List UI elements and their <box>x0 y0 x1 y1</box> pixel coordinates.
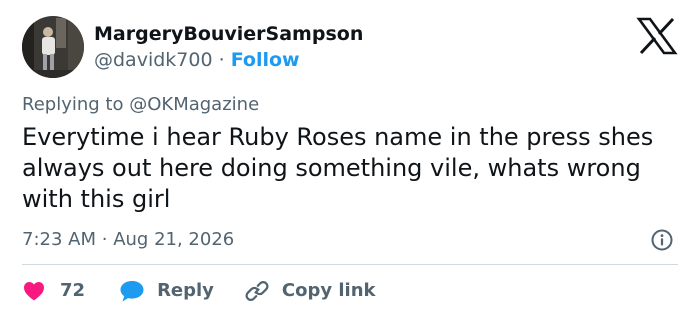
reply-mention-link[interactable]: @OKMagazine <box>129 94 259 115</box>
author-display-name[interactable]: MargeryBouvierSampson <box>94 22 363 46</box>
copy-link-button[interactable]: Copy link <box>244 278 376 304</box>
tweet-actions: 72 Reply Copy link <box>22 276 376 306</box>
link-icon <box>245 281 269 301</box>
reply-button[interactable]: Reply <box>119 279 214 303</box>
tweet-time: 7:23 AM <box>22 229 96 250</box>
speech-bubble-icon <box>120 281 144 302</box>
handle-separator: · <box>218 49 225 71</box>
author-handle-line: @davidk700 · Follow <box>94 48 300 72</box>
follow-button[interactable]: Follow <box>231 49 300 71</box>
tweet-date: Aug 21, 2026 <box>113 229 235 250</box>
reply-label: Reply <box>157 280 214 301</box>
x-logo-icon[interactable] <box>636 17 678 55</box>
avatar[interactable] <box>22 16 84 78</box>
avatar-photo <box>22 16 84 78</box>
like-button[interactable]: 72 <box>22 279 85 303</box>
tweet-text: Everytime i hear Ruby Roses name in the … <box>22 123 654 213</box>
info-icon[interactable] <box>650 228 674 252</box>
divider <box>22 264 678 265</box>
tweet-timestamp[interactable]: 7:23 AM · Aug 21, 2026 <box>22 228 234 252</box>
timestamp-separator: · <box>101 229 108 250</box>
reply-prefix: Replying to <box>22 94 124 115</box>
like-count: 72 <box>60 280 86 301</box>
heart-icon <box>24 282 44 301</box>
reply-context: Replying to @OKMagazine <box>22 93 259 117</box>
author-handle[interactable]: @davidk700 <box>94 49 213 71</box>
copy-link-label: Copy link <box>281 280 376 301</box>
